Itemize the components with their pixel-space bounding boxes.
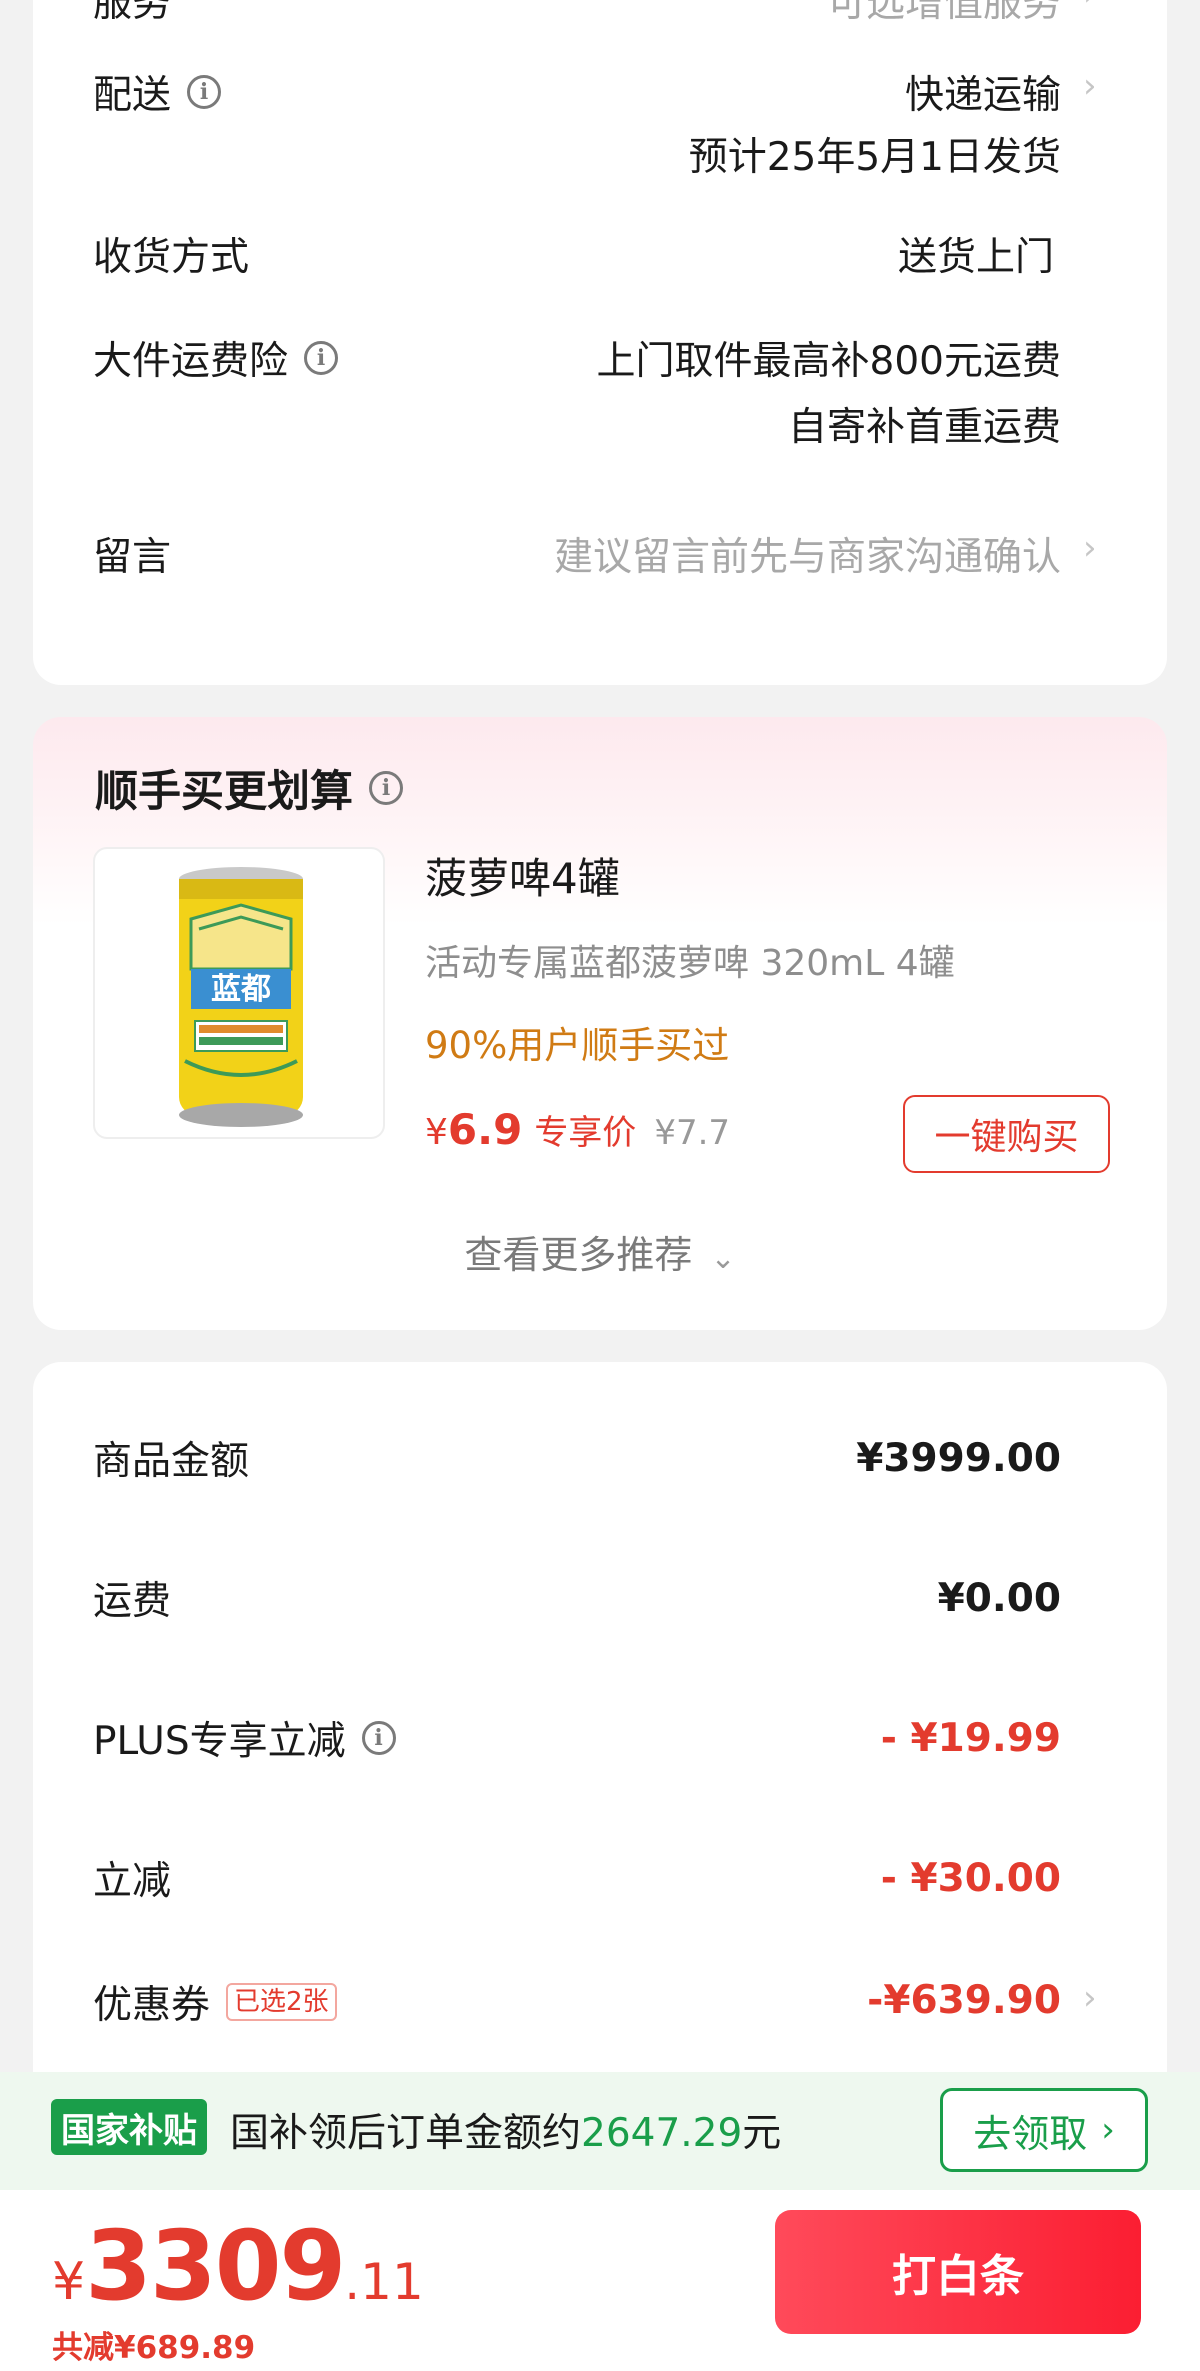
- shipping-row: 运费 ¥0.00: [93, 1570, 1167, 1630]
- subsidy-text: 国补领后订单金额约2647.29元: [230, 2102, 781, 2158]
- subsidy-text-prefix: 国补领后订单金额约: [230, 2111, 582, 2156]
- receive-method-row[interactable]: 收货方式 送货上门: [93, 226, 1167, 280]
- claim-subsidy-label: 去领取: [973, 2111, 1088, 2156]
- info-icon[interactable]: i: [361, 1721, 396, 1755]
- message-label: 留言: [93, 535, 172, 580]
- receive-method-value: 送货上门: [897, 235, 1054, 280]
- plus-discount-row: PLUS专享立减 i - ¥19.99: [93, 1710, 1167, 1770]
- product-price: ¥ 6.9 专享价 ¥7.7: [425, 1105, 730, 1154]
- delivery-label: 配送: [93, 73, 172, 118]
- instant-discount-label: 立减: [93, 1859, 172, 1904]
- product-image[interactable]: 蓝都: [93, 847, 385, 1139]
- delivery-estimate: 预计25年5月1日发货: [688, 135, 1061, 180]
- subsidy-text-suffix: 元: [742, 2111, 782, 2156]
- freight-insurance-line1: 上门取件最高补800元运费: [596, 339, 1061, 384]
- view-more-label: 查看更多推荐: [464, 1233, 693, 1277]
- product-popularity: 90%用户顺手买过: [425, 1024, 730, 1067]
- product-desc: 活动专属蓝都菠萝啤 320mL 4罐: [425, 943, 955, 984]
- receive-method-label: 收货方式: [93, 235, 250, 280]
- instant-discount-row: 立减 - ¥30.00: [93, 1850, 1167, 1910]
- plus-discount-label: PLUS专享立减: [93, 1719, 346, 1764]
- chevron-right-icon: ›: [1083, 1978, 1097, 2018]
- price-value: 6.9: [447, 1105, 523, 1154]
- total-currency: ¥: [52, 2252, 86, 2312]
- message-row[interactable]: 留言 建议留言前先与商家沟通确认 ›: [93, 526, 1167, 580]
- info-icon[interactable]: i: [187, 75, 222, 109]
- price-summary-card: 商品金额 ¥3999.00 运费 ¥0.00 PLUS专享立减 i - ¥19.…: [33, 1362, 1167, 2122]
- shipping-value: ¥0.00: [937, 1576, 1061, 1621]
- coupon-row[interactable]: 优惠券 已选2张 -¥639.90 ›: [93, 1974, 1167, 2034]
- goods-amount-label: 商品金额: [93, 1439, 250, 1484]
- price-currency: ¥: [425, 1112, 448, 1153]
- goods-amount-row: 商品金额 ¥3999.00: [93, 1430, 1167, 1490]
- total-price: ¥ 3309 .11: [52, 2210, 424, 2322]
- freight-insurance-row[interactable]: 大件运费险 i 上门取件最高补800元运费 自寄补首重运费: [93, 330, 1167, 450]
- product-name[interactable]: 菠萝啤4罐: [425, 845, 620, 906]
- instant-discount-value: - ¥30.00: [880, 1856, 1061, 1901]
- service-label: 服务: [93, 0, 172, 26]
- view-more-recommendations[interactable]: 查看更多推荐 ⌄: [33, 1224, 1167, 1279]
- message-input[interactable]: 建议留言前先与商家沟通确认: [554, 526, 1061, 582]
- chevron-right-icon: ›: [1083, 528, 1097, 568]
- beer-can-icon: 蓝都: [179, 867, 303, 1127]
- order-confirm-page: 服务 可选增值服务 › 配送 i 快递运输 › 预计25年5月1日发货 收货方式…: [0, 0, 1200, 2371]
- shipping-label: 运费: [93, 1579, 172, 1624]
- info-icon[interactable]: i: [304, 341, 339, 375]
- service-value: 可选增值服务: [826, 0, 1061, 26]
- chevron-right-icon: ›: [1083, 0, 1105, 14]
- price-tag: 专享价: [534, 1113, 637, 1153]
- chevron-right-icon: ›: [1101, 2110, 1115, 2150]
- total-decimal: .11: [344, 2253, 424, 2311]
- subsidy-amount: 2647.29: [581, 2111, 743, 2156]
- info-icon[interactable]: i: [369, 771, 403, 805]
- claim-subsidy-button[interactable]: 去领取 ›: [940, 2088, 1148, 2172]
- subsidy-badge: 国家补贴: [51, 2099, 207, 2155]
- plus-discount-value: - ¥19.99: [880, 1716, 1061, 1761]
- delivery-row[interactable]: 配送 i 快递运输 › 预计25年5月1日发货: [93, 64, 1167, 180]
- recommendation-card: 顺手买更划算 i 蓝都 菠萝啤4罐 活动专属蓝都菠萝啤 320mL 4罐 90%…: [33, 717, 1167, 1330]
- order-info-card: 服务 可选增值服务 › 配送 i 快递运输 › 预计25年5月1日发货 收货方式…: [33, 0, 1167, 685]
- freight-insurance-line2: 自寄补首重运费: [787, 405, 1061, 450]
- checkout-bar: ¥ 3309 .11 共减¥689.89 打白条: [0, 2190, 1200, 2371]
- goods-amount-value: ¥3999.00: [856, 1436, 1061, 1481]
- chevron-right-icon: ›: [1083, 66, 1097, 106]
- coupon-selected-badge: 已选2张: [226, 1983, 337, 2021]
- svg-text:蓝都: 蓝都: [211, 972, 271, 1007]
- freight-insurance-label: 大件运费险: [93, 339, 289, 384]
- national-subsidy-banner: 国家补贴 国补领后订单金额约2647.29元 去领取 ›: [0, 2072, 1200, 2190]
- original-price: ¥7.7: [654, 1113, 731, 1153]
- delivery-value: 快递运输: [904, 73, 1061, 118]
- total-saved: 共减¥689.89: [52, 2330, 256, 2366]
- coupon-label: 优惠券: [93, 1983, 211, 2028]
- one-click-buy-button[interactable]: 一键购买: [903, 1095, 1110, 1173]
- service-row[interactable]: 服务 可选增值服务 ›: [93, 0, 1167, 26]
- coupon-value: -¥639.90: [867, 1978, 1061, 2023]
- chevron-down-icon: ⌄: [710, 1241, 736, 1276]
- recommendation-title: 顺手买更划算: [95, 767, 353, 817]
- pay-with-baitiao-button[interactable]: 打白条: [775, 2210, 1141, 2334]
- total-integer: 3309: [85, 2210, 346, 2322]
